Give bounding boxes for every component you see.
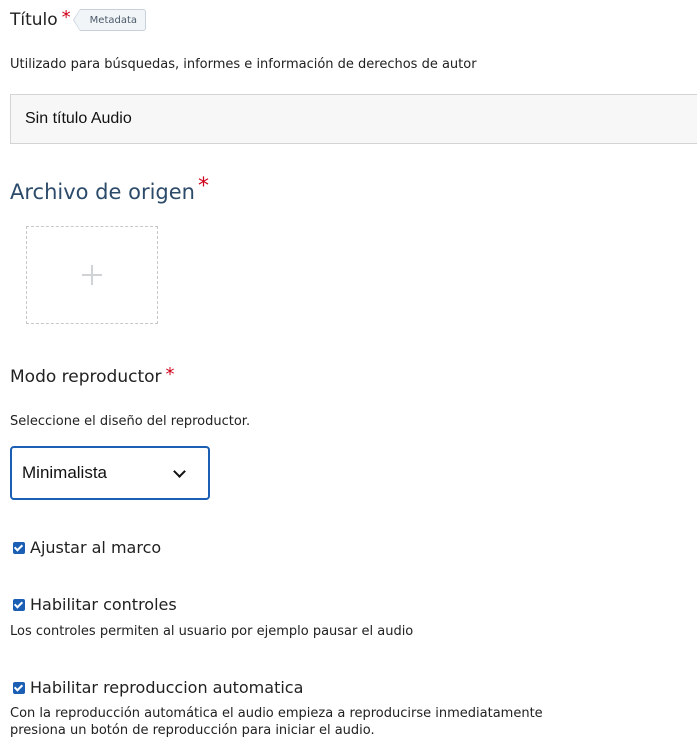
enable-controls-label[interactable]: Habilitar controles: [30, 595, 177, 614]
title-input-value: Sin título Audio: [25, 110, 132, 127]
plus-icon: [82, 265, 102, 285]
player-mode-label: Modo reproductor: [10, 367, 162, 387]
fit-to-frame-label[interactable]: Ajustar al marco: [30, 538, 161, 557]
file-upload-dropzone[interactable]: [26, 226, 158, 324]
required-asterisk: *: [197, 174, 209, 199]
chevron-down-icon: [173, 465, 186, 478]
required-asterisk: *: [165, 364, 175, 385]
autoplay-description-line-1: Con la reproducción automática el audio …: [10, 706, 543, 721]
enable-controls-checkbox[interactable]: [13, 598, 25, 611]
autoplay-checkbox[interactable]: [13, 681, 25, 694]
enable-controls-description: Los controles permiten al usuario por ej…: [10, 624, 414, 639]
title-description: Utilizado para búsquedas, informes e inf…: [10, 57, 477, 72]
enable-controls-option: Habilitar controles: [13, 595, 177, 614]
title-input[interactable]: Sin título Audio: [10, 94, 697, 144]
required-asterisk: *: [61, 7, 71, 28]
metadata-button[interactable]: Metadata: [72, 9, 147, 31]
source-file-label: Archivo de origen: [10, 180, 195, 204]
player-mode-selected-value: Minimalista: [22, 463, 108, 482]
title-label-row: Título * Metadata: [10, 7, 147, 31]
player-mode-description: Seleccione el diseño del reproductor.: [10, 414, 251, 429]
autoplay-option: Habilitar reproduccion automatica: [13, 678, 303, 697]
autoplay-label[interactable]: Habilitar reproduccion automatica: [30, 678, 303, 697]
source-file-heading: Archivo de origen *: [10, 176, 209, 205]
title-label: Título: [10, 10, 58, 30]
player-mode-label-row: Modo reproductor *: [10, 364, 175, 388]
fit-to-frame-checkbox[interactable]: [13, 541, 25, 554]
autoplay-description-line-2: presiona un botón de reproducción para i…: [10, 723, 375, 738]
player-mode-select[interactable]: Minimalista: [10, 446, 210, 500]
fit-to-frame-option: Ajustar al marco: [13, 538, 161, 557]
